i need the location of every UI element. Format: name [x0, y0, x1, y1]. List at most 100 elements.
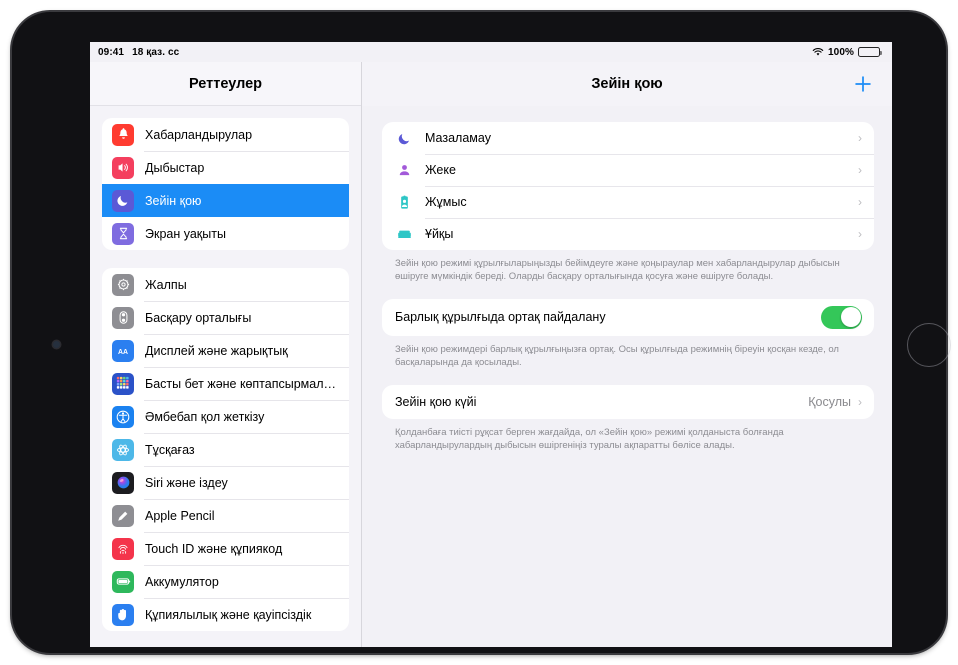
sidebar-item-label: Әмбебап қол жеткізу — [145, 409, 265, 424]
work-badge-icon — [395, 195, 413, 210]
add-focus-button[interactable] — [852, 73, 874, 95]
battery-percent-label: 100% — [828, 46, 854, 58]
focus-footnote: Зейін қою режимі құрылғыларыңызды бейімд… — [395, 258, 840, 283]
share-across-devices-row[interactable]: Барлық құрылғыда ортақ пайдалану — [382, 299, 874, 336]
status-date: 18 қаз. сс — [132, 46, 180, 58]
focus-modes-card: Мазаламау › Жеке › Жұмыс › Ұйқы › — [382, 122, 874, 250]
touch-id-icon — [112, 537, 134, 560]
battery-app-icon — [112, 570, 134, 593]
sidebar-item-label: Дыбыстар — [145, 160, 205, 175]
sidebar-item-label: Siri және іздеу — [145, 475, 228, 490]
focus-row-work[interactable]: Жұмыс › — [382, 186, 874, 218]
sidebar-item-general[interactable]: Жалпы — [102, 268, 349, 301]
focus-status-card: Зейін қою күйі Қосулы › — [382, 384, 874, 419]
siri-icon — [112, 471, 134, 494]
sidebar-item-label: Экран уақыты — [145, 226, 226, 241]
sidebar-item-display-brightness[interactable]: AA Дисплей және жарықтық — [102, 334, 349, 367]
home-button[interactable] — [907, 323, 951, 367]
detail-scroll-area[interactable]: Мазаламау › Жеке › Жұмыс › Ұйқы › Зейін … — [362, 106, 892, 453]
sidebar-item-siri-search[interactable]: Siri және іздеу — [102, 466, 349, 499]
status-footnote: Қолданбаға тиісті рұқсат берген жағдайда… — [395, 426, 784, 452]
sidebar-item-focus[interactable]: Зейін қою — [102, 184, 349, 217]
sidebar-item-notifications[interactable]: Хабарландырулар — [102, 118, 349, 151]
focus-status-label: Зейін қою күйі — [395, 394, 477, 409]
focus-status-row[interactable]: Зейін қою күйі Қосулы › — [382, 385, 874, 419]
ipad-device-frame: 09:41 18 қаз. сс 100% Реттеулер Хабарлан… — [12, 12, 951, 653]
status-bar-left: 09:41 18 қаз. сс — [98, 47, 179, 58]
wifi-icon — [812, 47, 824, 57]
chevron-right-icon: › — [858, 163, 862, 177]
chevron-right-icon: › — [858, 227, 862, 241]
ipad-screen: 09:41 18 қаз. сс 100% Реттеулер Хабарлан… — [90, 42, 892, 647]
privacy-hand-icon — [112, 603, 134, 626]
detail-header: Зейін қою — [362, 62, 892, 106]
wallpaper-icon — [112, 438, 134, 461]
person-icon — [395, 163, 413, 178]
sidebar-item-battery[interactable]: Аккумулятор — [102, 565, 349, 598]
status-time: 09:41 — [98, 46, 125, 58]
sidebar-item-label: Аккумулятор — [145, 574, 219, 589]
chevron-right-icon: › — [858, 131, 862, 145]
home-multitasking-icon — [112, 372, 134, 395]
toggle-knob — [840, 307, 861, 328]
sidebar-item-sounds[interactable]: Дыбыстар — [102, 151, 349, 184]
sidebar-item-label: Басқару орталығы — [145, 310, 252, 325]
gear-icon — [112, 273, 134, 296]
settings-sidebar: Реттеулер Хабарландырулар Дыбыстар Зейін… — [90, 62, 362, 647]
moon-icon — [112, 189, 134, 212]
focus-detail-pane: Зейін қою Мазаламау › Жеке › Жұмыс › Ұйқ… — [362, 62, 892, 647]
moon-icon — [395, 131, 413, 146]
sidebar-group-1: Хабарландырулар Дыбыстар Зейін қою Экран… — [102, 118, 349, 250]
sidebar-scroll-area[interactable]: Хабарландырулар Дыбыстар Зейін қою Экран… — [90, 106, 361, 631]
sidebar-item-label: Тұсқағаз — [145, 442, 195, 457]
speaker-icon — [112, 156, 134, 179]
sidebar-item-label: Хабарландырулар — [145, 127, 253, 142]
status-bar-right: 100% — [812, 46, 882, 58]
sidebar-item-touch-id[interactable]: Touch ID және құпиякод — [102, 532, 349, 565]
share-across-devices-card: Барлық құрылғыда ортақ пайдалану — [382, 298, 874, 336]
share-across-devices-label: Барлық құрылғыда ортақ пайдалану — [395, 310, 606, 325]
split-view: Реттеулер Хабарландырулар Дыбыстар Зейін… — [90, 62, 892, 647]
plus-icon — [855, 76, 871, 92]
focus-row-sleep[interactable]: Ұйқы › — [382, 218, 874, 250]
sidebar-item-label: Touch ID және құпиякод — [145, 541, 283, 556]
sidebar-title: Реттеулер — [90, 62, 361, 106]
sidebar-item-label: Дисплей және жарықтық — [145, 343, 288, 358]
accessibility-icon — [112, 405, 134, 428]
sidebar-item-accessibility[interactable]: Әмбебап қол жеткізу — [102, 400, 349, 433]
chevron-right-icon: › — [858, 394, 862, 409]
sidebar-item-apple-pencil[interactable]: Apple Pencil — [102, 499, 349, 532]
focus-row-do-not-disturb[interactable]: Мазаламау › — [382, 122, 874, 154]
sidebar-item-screen-time[interactable]: Экран уақыты — [102, 217, 349, 250]
bed-icon — [395, 227, 413, 242]
status-bar: 09:41 18 қаз. сс 100% — [90, 42, 892, 62]
chevron-right-icon: › — [858, 195, 862, 209]
hourglass-icon — [112, 222, 134, 245]
sidebar-item-label: Зейін қою — [145, 193, 202, 208]
front-camera-icon — [53, 341, 60, 348]
focus-status-value: Қосулы — [808, 394, 851, 409]
sidebar-item-label: Жалпы — [145, 277, 187, 292]
sidebar-item-home-multitasking[interactable]: Басты бет және көптапсырмал… — [102, 367, 349, 400]
page-title: Зейін қою — [591, 76, 663, 92]
display-brightness-icon: AA — [112, 339, 134, 362]
sidebar-item-label: Apple Pencil — [145, 508, 215, 523]
focus-row-label: Жеке — [425, 163, 456, 177]
sidebar-item-control-center[interactable]: Басқару орталығы — [102, 301, 349, 334]
sidebar-item-privacy-security[interactable]: Құпиялылық және қауіпсіздік — [102, 598, 349, 631]
focus-row-label: Ұйқы — [425, 227, 454, 241]
share-across-devices-toggle[interactable] — [821, 305, 862, 329]
sidebar-item-label: Басты бет және көптапсырмал… — [145, 376, 337, 391]
pencil-icon — [112, 504, 134, 527]
battery-icon — [858, 47, 882, 57]
focus-row-personal[interactable]: Жеке › — [382, 154, 874, 186]
focus-row-label: Жұмыс — [425, 195, 467, 209]
sidebar-item-wallpaper[interactable]: Тұсқағаз — [102, 433, 349, 466]
sidebar-item-label: Құпиялылық және қауіпсіздік — [145, 607, 312, 622]
share-footnote: Зейін қою режимдері барлық құрылғыңызға … — [395, 343, 839, 369]
control-center-icon — [112, 306, 134, 329]
bell-icon — [112, 123, 134, 146]
svg-text:AA: AA — [118, 348, 128, 355]
focus-row-label: Мазаламау — [425, 131, 491, 145]
sidebar-group-2: Жалпы Басқару орталығы AA Дисплей және ж… — [102, 268, 349, 631]
